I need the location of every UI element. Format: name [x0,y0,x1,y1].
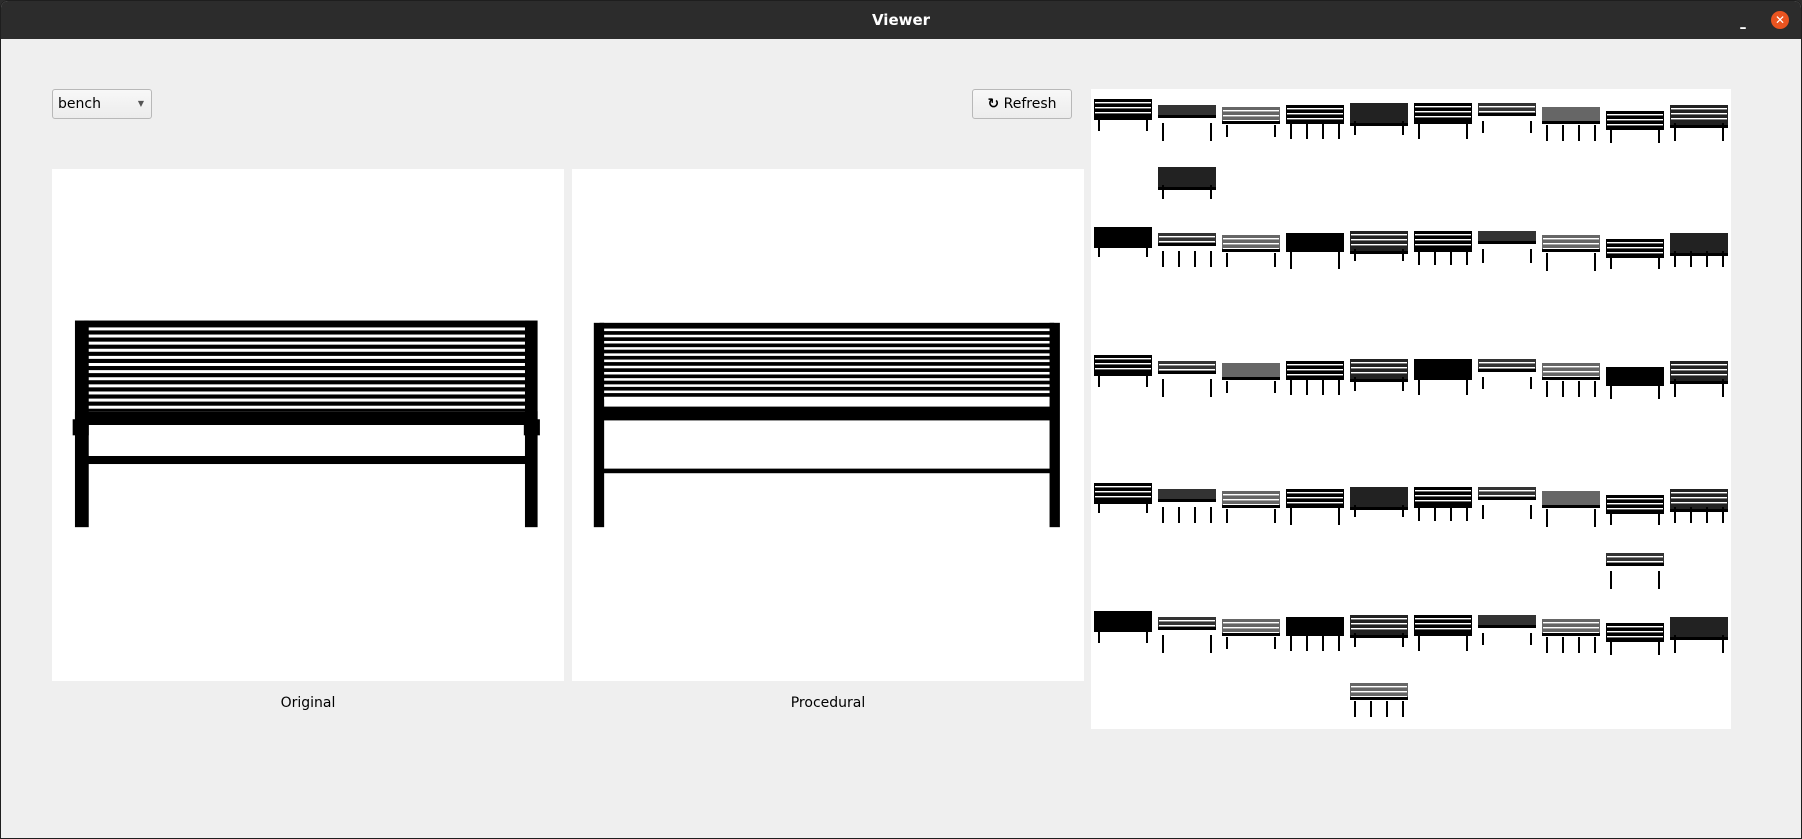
bench-thumbnail[interactable] [1286,233,1344,269]
bench-thumbnail[interactable] [1478,359,1536,389]
minimize-button[interactable]: – [1733,9,1753,47]
bench-thumbnail[interactable] [1606,495,1664,525]
bench-thumbnail[interactable] [1158,233,1216,267]
bench-thumbnail[interactable] [1286,361,1344,395]
bench-thumbnail[interactable] [1606,367,1664,399]
window-title: Viewer [871,11,931,29]
bench-thumbnail[interactable] [1606,111,1664,143]
procedural-bench-drawing [593,322,1060,528]
bench-thumbnail[interactable] [1094,227,1152,257]
bench-thumbnail[interactable] [1158,361,1216,397]
bench-thumbnail[interactable] [1542,491,1600,527]
original-image [52,169,564,681]
bench-thumbnail[interactable] [1222,107,1280,137]
bench-thumbnail[interactable] [1222,619,1280,649]
bench-thumbnail[interactable] [1350,683,1408,717]
category-select-value: bench [58,96,101,112]
bench-thumbnail[interactable] [1286,105,1344,139]
viewer-window: Viewer – ✕ bench ▼ ↻ Refresh Original Pr… [0,0,1802,839]
procedural-image [572,169,1084,681]
bench-thumbnail[interactable] [1350,231,1408,261]
bench-thumbnail[interactable] [1606,553,1664,589]
bench-thumbnail[interactable] [1094,99,1152,131]
chevron-down-icon: ▼ [137,99,144,108]
bench-thumbnail[interactable] [1414,615,1472,651]
bench-thumbnail[interactable] [1158,167,1216,199]
bench-thumbnail[interactable] [1158,617,1216,653]
original-bench-drawing [72,320,540,528]
bench-thumbnail[interactable] [1414,487,1472,521]
bench-thumbnail[interactable] [1670,233,1728,267]
bench-thumbnail[interactable] [1542,619,1600,653]
thumbnail-gallery[interactable] [1091,89,1731,729]
title-bar: Viewer – ✕ [1,1,1801,39]
refresh-label: Refresh [1003,96,1057,112]
bench-thumbnail[interactable] [1478,487,1536,519]
bench-thumbnail[interactable] [1222,363,1280,393]
refresh-button[interactable]: ↻ Refresh [972,89,1072,119]
thumbnail-grid [1094,99,1728,717]
original-label: Original [280,695,336,711]
bench-thumbnail[interactable] [1606,623,1664,655]
bench-thumbnail[interactable] [1542,235,1600,271]
bench-thumbnail[interactable] [1286,617,1344,651]
bench-thumbnail[interactable] [1350,103,1408,135]
bench-thumbnail[interactable] [1606,239,1664,269]
category-select[interactable]: bench ▼ [52,89,152,119]
bench-thumbnail[interactable] [1286,489,1344,525]
bench-thumbnail[interactable] [1094,355,1152,387]
refresh-icon: ↻ [987,96,1000,112]
bench-thumbnail[interactable] [1414,359,1472,395]
bench-thumbnail[interactable] [1670,105,1728,141]
bench-thumbnail[interactable] [1542,107,1600,141]
bench-thumbnail[interactable] [1350,487,1408,517]
bench-thumbnail[interactable] [1094,611,1152,643]
procedural-label: Procedural [790,695,866,711]
bench-thumbnail[interactable] [1158,489,1216,523]
bench-thumbnail[interactable] [1350,615,1408,647]
bench-thumbnail[interactable] [1414,103,1472,139]
bench-thumbnail[interactable] [1414,231,1472,265]
bench-thumbnail[interactable] [1670,361,1728,397]
bench-thumbnail[interactable] [1478,231,1536,263]
bench-thumbnail[interactable] [1350,359,1408,391]
bench-thumbnail[interactable] [1478,103,1536,133]
bench-thumbnail[interactable] [1222,235,1280,267]
bench-thumbnail[interactable] [1158,105,1216,141]
bench-thumbnail[interactable] [1670,617,1728,653]
bench-thumbnail[interactable] [1478,615,1536,645]
bench-thumbnail[interactable] [1670,489,1728,523]
close-button[interactable]: ✕ [1771,11,1789,29]
bench-thumbnail[interactable] [1222,491,1280,523]
bench-thumbnail[interactable] [1094,483,1152,513]
bench-thumbnail[interactable] [1542,363,1600,397]
